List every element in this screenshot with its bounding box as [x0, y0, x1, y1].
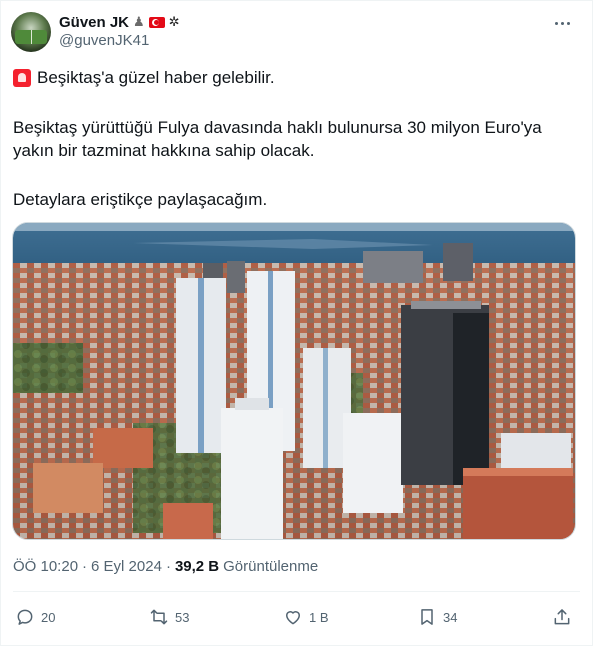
istanbul-skyline-photo[interactable]: [12, 222, 576, 540]
tweet-card: Güven JK ♟ ✲ @guvenJK41 Beşiktaş'a güzel…: [0, 0, 593, 646]
display-name[interactable]: Güven JK: [59, 14, 129, 31]
author-handle[interactable]: @guvenJK41: [59, 32, 149, 49]
meta-separator: ·: [82, 558, 88, 575]
retweet-count: 53: [175, 609, 190, 625]
chess-icon: ♟: [133, 14, 145, 29]
more-options-icon[interactable]: [552, 13, 572, 33]
turkey-flag-icon: [148, 16, 165, 28]
bookmark-count: 34: [443, 609, 458, 625]
heart-icon: [286, 611, 300, 625]
action-bar: 20 53 1 B 34: [13, 604, 580, 630]
reply-count: 20: [41, 609, 56, 625]
reply-button[interactable]: 20: [15, 604, 55, 630]
tweet-meta: ÖÖ 10:20 · 6 Eyl 2024 · 39,2 B Görüntüle…: [13, 558, 318, 575]
like-button[interactable]: 1 B: [283, 604, 329, 630]
bookmark-button[interactable]: 34: [417, 604, 457, 630]
views-label: Görüntülenme: [223, 558, 319, 575]
author-name-row: Güven JK ♟ ✲: [59, 13, 180, 31]
divider: [13, 591, 580, 592]
bookmark-icon: [421, 609, 433, 625]
tweet-paragraph-2: Beşiktaş yürüttüğü Fulya davasında haklı…: [13, 118, 542, 160]
avatar[interactable]: [11, 12, 51, 52]
reply-icon: [17, 609, 33, 625]
siren-icon: [13, 68, 31, 87]
tweet-date[interactable]: 6 Eyl 2024: [91, 558, 162, 575]
like-count: 1 B: [309, 609, 329, 625]
retweet-button[interactable]: 53: [149, 604, 189, 630]
tweet-headline: Beşiktaş'a güzel haber gelebilir.: [37, 68, 275, 87]
share-icon: [554, 609, 570, 625]
retweet-icon: [150, 609, 168, 625]
tweet-line-1: Beşiktaş'a güzel haber gelebilir.: [13, 66, 275, 89]
tweet-time[interactable]: ÖÖ 10:20: [13, 558, 78, 575]
tweet-paragraph-3: Detaylara eriştikçe paylaşacağım.: [13, 190, 268, 209]
share-button[interactable]: [552, 604, 572, 630]
views-count: 39,2 B: [174, 558, 220, 575]
meta-separator-2: ·: [165, 558, 171, 575]
bat-icon: ✲: [168, 14, 180, 29]
